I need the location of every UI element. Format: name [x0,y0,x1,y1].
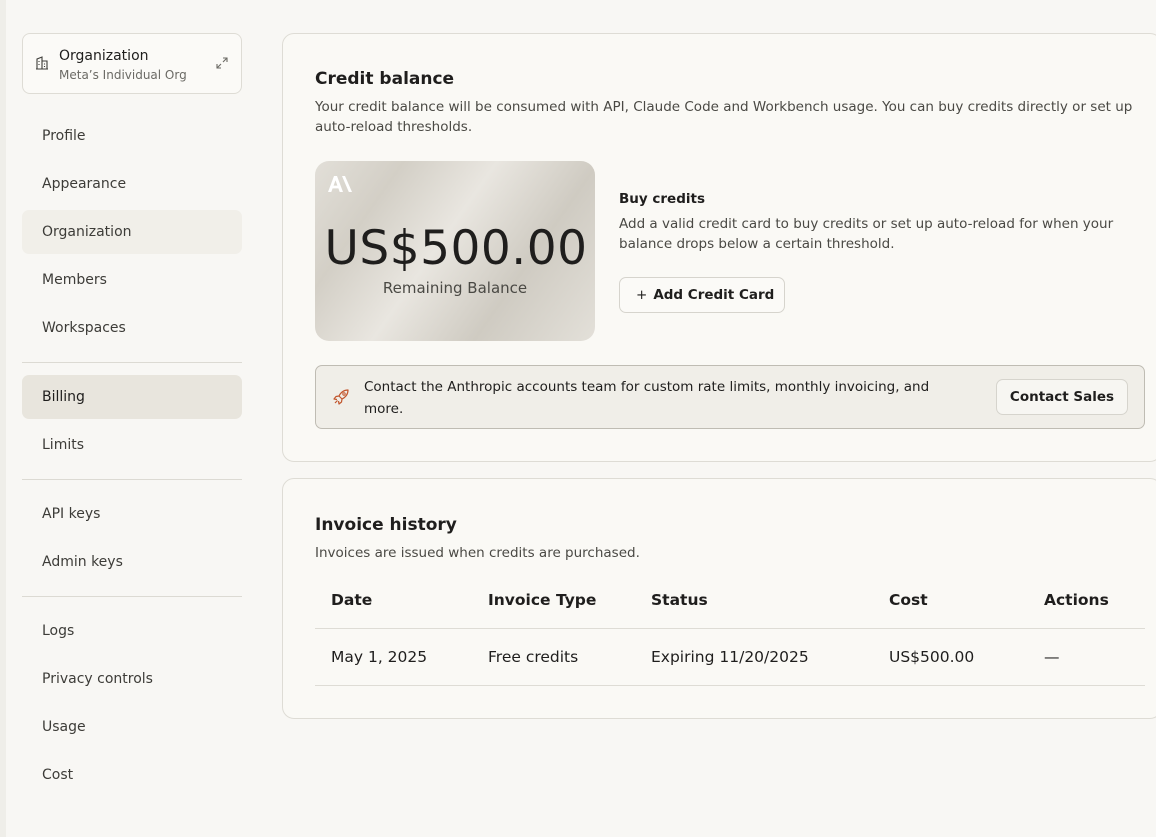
sidebar-item-workspaces[interactable]: Workspaces [22,306,242,350]
settings-sidebar: Organization Meta’s Individual Org Profi… [22,33,242,783]
cell-date: May 1, 2025 [331,648,428,666]
sidebar-item-appearance[interactable]: Appearance [22,162,242,206]
building-icon [36,56,48,70]
sidebar-divider [22,479,242,480]
invoice-table: Date Invoice Type Status Cost Actions Ma… [315,573,1145,686]
column-header: Status [651,591,708,609]
section-description: Invoices are issued when credits are pur… [315,545,640,561]
column-header: Date [331,591,373,609]
column-header: Cost [889,591,928,609]
sidebar-divider [22,596,242,597]
sidebar-item-cost[interactable]: Cost [22,753,242,797]
cell-actions: — [1044,648,1060,666]
rocket-icon [333,389,349,405]
sidebar-item-members[interactable]: Members [22,258,242,302]
sidebar-item-admin-keys[interactable]: Admin keys [22,540,242,584]
sidebar-item-profile[interactable]: Profile [22,114,242,158]
buy-credits-title: Buy credits [619,191,705,207]
org-title: Organization [59,48,149,64]
plus-icon: + [636,287,648,303]
invoice-history-section: Invoice history Invoices are issued when… [282,478,1156,719]
balance-card: US$500.00 Remaining Balance [315,161,595,341]
sidebar-item-billing[interactable]: Billing [22,375,242,419]
table-header: Date Invoice Type Status Cost Actions [315,573,1145,629]
contact-sales-banner: Contact the Anthropic accounts team for … [315,365,1145,429]
section-description: Your credit balance will be consumed wit… [315,99,1133,135]
sidebar-item-organization[interactable]: Organization [22,210,242,254]
sidebar-item-usage[interactable]: Usage [22,705,242,749]
contact-text: Contact the Anthropic accounts team for … [364,379,930,417]
cell-cost: US$500.00 [889,648,975,666]
balance-amount: US$500.00 [324,221,588,276]
section-title: Credit balance [315,69,455,89]
sidebar-item-limits[interactable]: Limits [22,423,242,467]
add-credit-card-label: Add Credit Card [653,287,775,303]
balance-label: Remaining Balance [382,279,528,297]
sidebar-item-logs[interactable]: Logs [22,609,242,653]
sidebar-item-api-keys[interactable]: API keys [22,492,242,536]
column-header: Actions [1044,591,1109,609]
billing-page: Organization Meta’s Individual Org Profi… [0,0,1156,837]
org-name: Meta’s Individual Org [59,68,187,82]
column-header: Invoice Type [488,591,597,609]
expand-icon [216,57,228,69]
buy-credits-description: Add a valid credit card to buy credits o… [619,216,1114,252]
section-title: Invoice history [315,515,457,535]
contact-sales-button[interactable]: Contact Sales [996,379,1128,415]
add-credit-card-button[interactable]: + Add Credit Card [619,277,785,313]
sidebar-divider [22,362,242,363]
anthropic-logo-icon [328,176,352,192]
credit-balance-section: Credit balance Your credit balance will … [282,33,1156,462]
sidebar-item-privacy-controls[interactable]: Privacy controls [22,657,242,701]
cell-invoice-type: Free credits [488,648,579,666]
left-edge-strip [0,0,6,837]
table-row: May 1, 2025 Free credits Expiring 11/20/… [315,629,1145,686]
cell-status: Expiring 11/20/2025 [651,648,809,666]
org-switcher[interactable]: Organization Meta’s Individual Org [22,33,242,94]
